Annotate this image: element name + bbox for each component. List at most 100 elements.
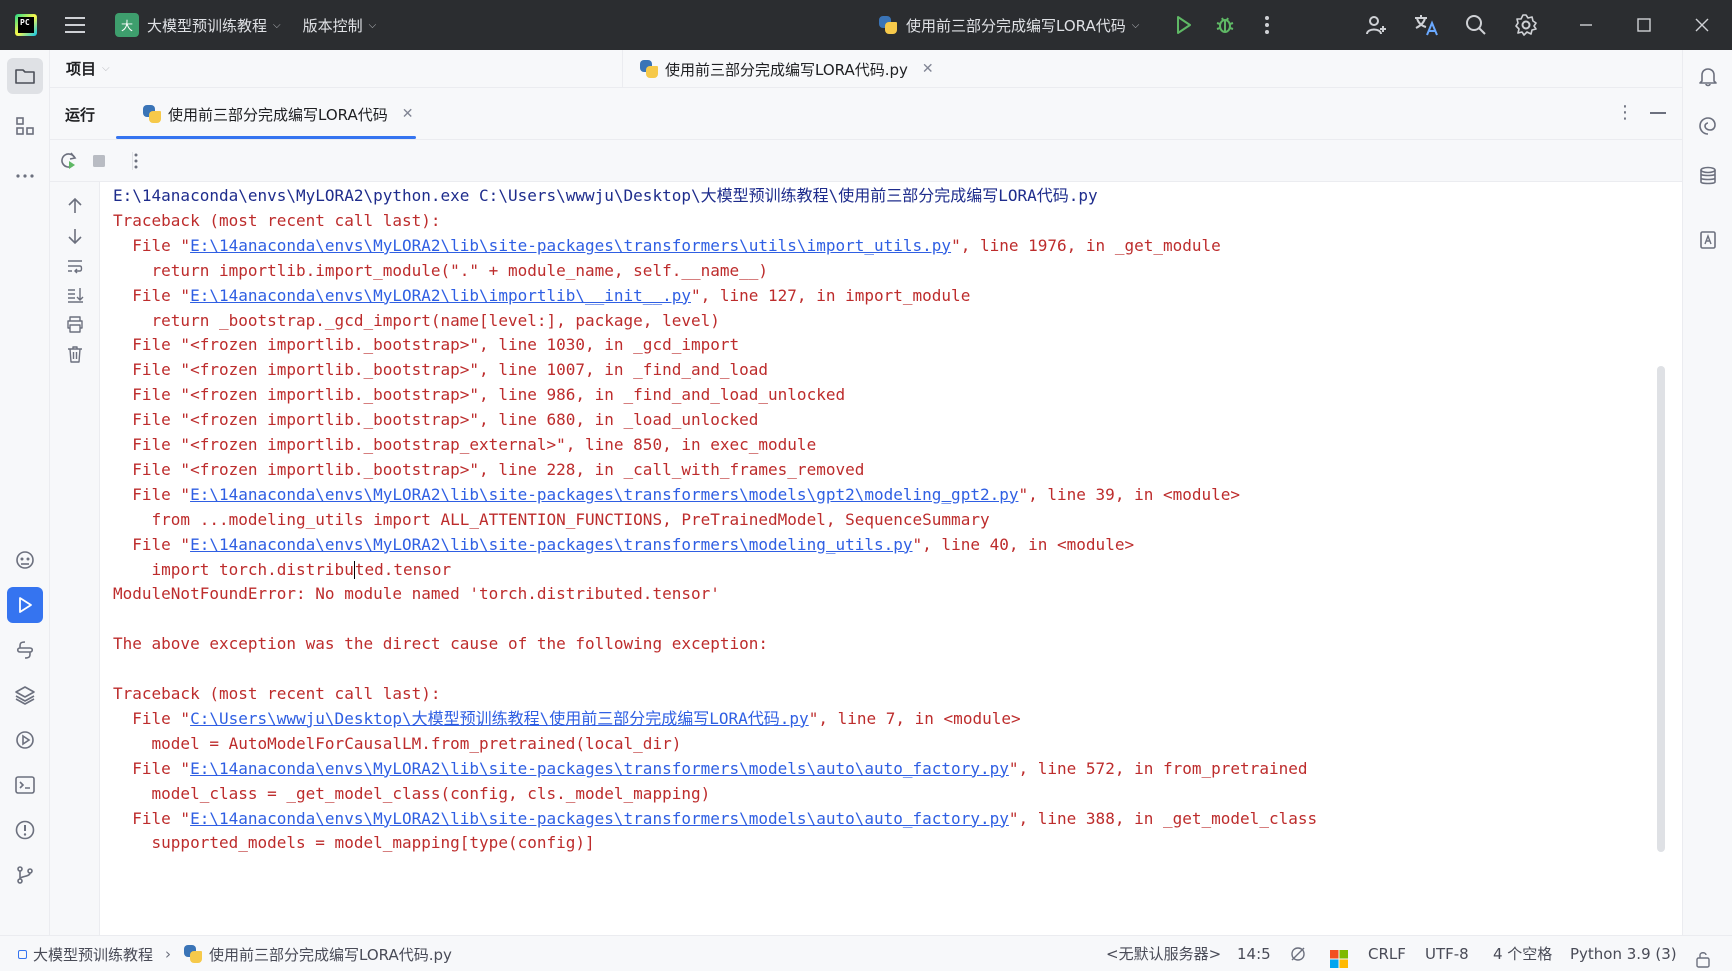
- run-panel-title: 运行: [65, 106, 96, 124]
- run-tool-window-icon[interactable]: [7, 587, 43, 623]
- database-icon[interactable]: [1690, 158, 1726, 194]
- stop-icon[interactable]: [88, 150, 110, 172]
- close-window-icon[interactable]: [1690, 13, 1714, 37]
- code-with-me-icon[interactable]: [1364, 13, 1388, 37]
- python-packages-icon[interactable]: [7, 632, 43, 668]
- console-text: File "<frozen importlib._bootstrap>", li…: [113, 385, 846, 405]
- main-menu-icon[interactable]: [65, 17, 85, 33]
- console-line: The above exception was the direct cause…: [113, 630, 768, 657]
- structure-icon[interactable]: [7, 108, 43, 144]
- more-options-icon[interactable]: ⋮: [1616, 102, 1634, 123]
- translate-icon[interactable]: [1413, 13, 1438, 37]
- chevron-down-icon[interactable]: ⌵: [369, 20, 377, 31]
- module-icon: [18, 949, 27, 959]
- interpreter-widget[interactable]: Python 3.9 (3): [1570, 936, 1677, 971]
- console-text: File "<frozen importlib._bootstrap>", li…: [113, 410, 759, 430]
- console-line: ModuleNotFoundError: No module named 'to…: [113, 580, 720, 607]
- notifications-bell-icon[interactable]: [1690, 58, 1726, 94]
- minimize-window-icon[interactable]: [1574, 13, 1598, 37]
- encoding-widget[interactable]: UTF-8: [1425, 936, 1469, 971]
- settings-gear-icon[interactable]: [1514, 13, 1538, 37]
- file-link[interactable]: E:\14anaconda\envs\MyLORA2\lib\site-pack…: [190, 485, 1018, 504]
- breadcrumb-file[interactable]: 使用前三部分完成编写LORA代码.py: [209, 944, 452, 965]
- editor-tab-bar: 使用前三部分完成编写LORA代码.py ✕: [622, 50, 1682, 88]
- file-link[interactable]: E:\14anaconda\envs\MyLORA2\lib\site-pack…: [190, 236, 951, 255]
- ai-spiral-icon[interactable]: [1690, 108, 1726, 144]
- windows-logo-icon[interactable]: [1330, 945, 1348, 968]
- deployment-server-widget[interactable]: <无默认服务器>: [1106, 936, 1221, 971]
- console-text: import torch.distribu: [113, 559, 354, 579]
- file-link[interactable]: E:\14anaconda\envs\MyLORA2\lib\site-pack…: [190, 759, 1009, 778]
- console-text: File "<frozen importlib._bootstrap>", li…: [113, 335, 740, 355]
- soft-wrap-icon[interactable]: [63, 254, 87, 278]
- run-icon[interactable]: [1171, 13, 1195, 37]
- console-text: ", line 572, in from_pretrained: [1008, 758, 1308, 778]
- power-save-icon[interactable]: [1289, 945, 1307, 963]
- project-badge-icon[interactable]: 大: [115, 13, 139, 37]
- console-line: File "E:\14anaconda\envs\MyLORA2\lib\imp…: [113, 282, 970, 309]
- project-name-widget[interactable]: 大模型预训练教程: [147, 15, 267, 36]
- clear-trash-icon[interactable]: [63, 342, 87, 366]
- run-configuration-label: 使用前三部分完成编写LORA代码: [906, 16, 1126, 35]
- file-link[interactable]: E:\14anaconda\envs\MyLORA2\lib\site-pack…: [190, 809, 1009, 828]
- scroll-to-end-icon[interactable]: [63, 283, 87, 307]
- console-line: File "E:\14anaconda\envs\MyLORA2\lib\sit…: [113, 805, 1317, 832]
- console-scrollbar[interactable]: [1657, 366, 1665, 852]
- terminal-icon[interactable]: [7, 767, 43, 803]
- close-tab-icon[interactable]: ✕: [402, 106, 414, 122]
- console-text: ted.tensor: [354, 559, 452, 579]
- close-tab-icon[interactable]: ✕: [922, 61, 934, 77]
- file-link[interactable]: E:\14anaconda\envs\MyLORA2\lib\site-pack…: [190, 535, 912, 554]
- more-actions-icon[interactable]: [125, 150, 147, 172]
- lock-icon[interactable]: [1695, 945, 1711, 968]
- console-line: E:\14anaconda\envs\MyLORA2\python.exe C:…: [113, 182, 1098, 209]
- search-icon[interactable]: [1464, 13, 1488, 37]
- console-line: model = AutoModelForCausalLM.from_pretra…: [113, 730, 682, 757]
- editor-tab[interactable]: 使用前三部分完成编写LORA代码.py ✕: [639, 50, 934, 88]
- vcs-widget[interactable]: 版本控制: [303, 15, 363, 36]
- indent-widget[interactable]: 4 个空格: [1493, 936, 1552, 971]
- console-line: File "<frozen importlib._bootstrap>", li…: [113, 456, 864, 483]
- file-link[interactable]: E:\14anaconda\envs\MyLORA2\lib\importlib…: [190, 286, 691, 305]
- more-tool-windows-icon[interactable]: [7, 158, 43, 194]
- arrow-up-icon[interactable]: [63, 194, 87, 218]
- git-branch-icon[interactable]: [7, 857, 43, 893]
- console-line: File "E:\14anaconda\envs\MyLORA2\lib\sit…: [113, 481, 1240, 508]
- console-line: supported_models = model_mapping[type(co…: [113, 829, 595, 856]
- console-text: E:\14anaconda\envs\MyLORA2\python.exe C:…: [113, 186, 1098, 205]
- pycharm-logo-icon[interactable]: PC: [15, 14, 37, 36]
- ai-assistant-icon[interactable]: [7, 542, 43, 578]
- arrow-down-icon[interactable]: [63, 224, 87, 248]
- chevron-down-icon[interactable]: ⌵: [102, 63, 110, 74]
- services-icon[interactable]: [7, 722, 43, 758]
- run-toolbar: [50, 140, 1682, 182]
- console-text: File "<frozen importlib._bootstrap_exter…: [113, 435, 817, 454]
- print-icon[interactable]: [63, 312, 87, 336]
- run-tab[interactable]: 使用前三部分完成编写LORA代码 ✕: [130, 88, 425, 140]
- problems-icon[interactable]: [7, 812, 43, 848]
- project-panel-title[interactable]: 项目: [66, 58, 96, 79]
- scientific-mode-icon[interactable]: [1690, 222, 1726, 258]
- rerun-icon[interactable]: [58, 150, 80, 172]
- run-configuration-selector[interactable]: 使用前三部分完成编写LORA代码 ⌵: [878, 0, 1139, 50]
- more-actions-icon[interactable]: [1255, 13, 1279, 37]
- hide-panel-icon[interactable]: [1650, 112, 1666, 114]
- console-output[interactable]: E:\14anaconda\envs\MyLORA2\python.exe C:…: [101, 182, 1667, 935]
- line-separator-widget[interactable]: CRLF: [1368, 936, 1406, 971]
- console-text: File ": [113, 285, 191, 305]
- debug-icon[interactable]: [1213, 13, 1237, 37]
- breadcrumb-project[interactable]: 大模型预训练教程: [33, 944, 153, 965]
- maximize-window-icon[interactable]: [1632, 13, 1656, 37]
- chevron-down-icon[interactable]: ⌵: [273, 20, 281, 31]
- file-link[interactable]: C:\Users\wwwju\Desktop\大模型预训练教程\使用前三部分完成…: [190, 709, 809, 728]
- layers-icon[interactable]: [7, 677, 43, 713]
- project-tool-folder-icon[interactable]: [7, 58, 43, 94]
- console-text: ", line 39, in <module>: [1018, 484, 1241, 504]
- console-line: File "<frozen importlib._bootstrap>", li…: [113, 331, 739, 358]
- caret-position-widget[interactable]: 14:5: [1237, 936, 1271, 971]
- python-file-icon: [878, 15, 898, 35]
- console-text: supported_models = model_mapping[type(co…: [113, 833, 595, 853]
- console-line: model_class = _get_model_class(config, c…: [113, 780, 711, 807]
- python-file-icon: [142, 104, 162, 124]
- active-tab-indicator: [116, 136, 416, 139]
